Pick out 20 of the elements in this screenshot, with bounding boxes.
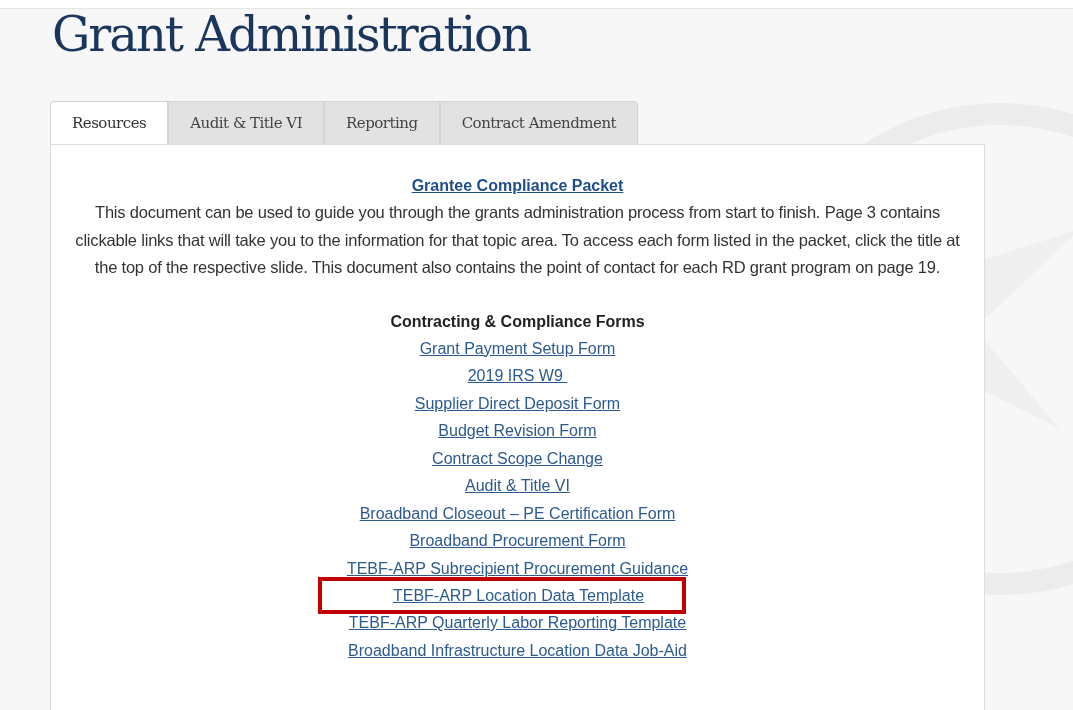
form-link[interactable]: Broadband Infrastructure Location Data Job-Aid [348,636,687,664]
form-link[interactable]: TEBF-ARP Subrecipient Procurement Guidance [346,554,689,582]
form-link[interactable]: TEBF-ARP Location Data Template [392,581,645,610]
form-link[interactable]: TEBF-ARP Quarterly Labor Reporting Template [348,609,687,637]
tab[interactable]: Contract Amendment [439,101,639,145]
packet-description: This document can be used to guide you through the grants administration process from start to finish. Page 3 contains clickable links that will take you to the information for that topic area. To access each form listed in the packet, click the title at the top of the respective slide. This document also contains the point of contact for each RD grant program on page 19. [74,202,961,278]
tab[interactable]: Resources [50,101,169,145]
tab[interactable]: Reporting [324,101,440,145]
packet-link[interactable]: Grantee Compliance Packet [411,173,624,199]
form-link[interactable]: Contract Scope Change [432,444,603,472]
form-link[interactable]: Budget Revision Form [438,417,597,445]
page-title: Grant Administration [51,9,532,63]
form-link[interactable]: 2019 IRS W9 [467,362,568,390]
form-link[interactable]: Broadband Procurement Form [409,527,626,555]
form-link[interactable]: Audit & Title VI [465,472,570,500]
tab[interactable]: Audit & Title VI [168,101,325,145]
form-link[interactable]: Supplier Direct Deposit Form [414,389,621,417]
forms-heading: Contracting & Compliance Forms [390,311,645,332]
form-link[interactable]: Broadband Closeout – PE Certification Form [359,499,676,527]
form-link[interactable]: Grant Payment Setup Form [419,334,616,362]
